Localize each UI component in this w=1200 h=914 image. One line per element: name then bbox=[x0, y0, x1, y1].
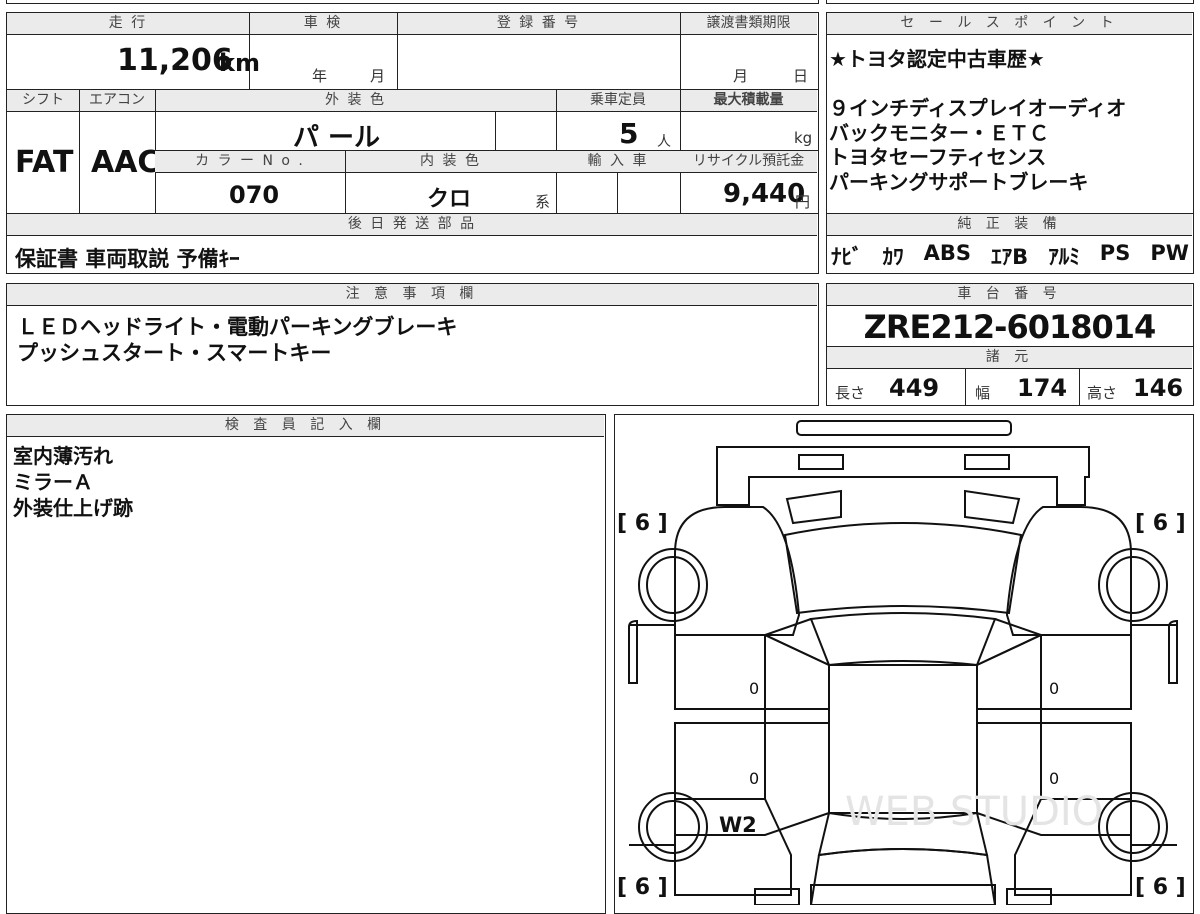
height-label: 高さ bbox=[1087, 384, 1118, 402]
recycle-unit: 円 bbox=[795, 193, 811, 211]
mileage-value: 11,206 bbox=[117, 43, 233, 78]
sales-point-line: パーキングサポートブレーキ bbox=[829, 169, 1089, 194]
door-mark-rear-left: 0 bbox=[749, 769, 760, 788]
chassis-box: 車 台 番 号 ZRE212-6018014 諸 元 長さ 449 幅 174 … bbox=[826, 283, 1194, 406]
registration-label: 登 録 番 号 bbox=[397, 13, 680, 35]
capacity-value: 5 bbox=[619, 117, 639, 150]
interior-color-value: クロ bbox=[427, 187, 472, 212]
shift-value: FAT bbox=[15, 145, 74, 180]
chassis-label: 車 台 番 号 bbox=[827, 284, 1192, 306]
height-value: 146 bbox=[1133, 374, 1184, 402]
inspector-line: ミラーＡ bbox=[13, 470, 93, 494]
wheel-rear-right bbox=[1098, 792, 1168, 862]
color-no-value: 070 bbox=[229, 181, 280, 209]
hood bbox=[783, 522, 1023, 615]
sales-points-lines: ★トヨタ認定中古車歴★ ９インチディスプレイオーディオ バックモニター・ＥＴＣ … bbox=[829, 47, 1191, 194]
vehicle-info-box: 走 行 車 検 登 録 番 号 譲渡書類期限 11,206 km 年 月 月 日… bbox=[6, 12, 819, 274]
equipment-item: ｶﾜ bbox=[882, 245, 904, 269]
inspector-label: 検 査 員 記 入 欄 bbox=[7, 415, 604, 437]
front-light-left bbox=[798, 454, 844, 470]
car-diagram-box: WEB STUDIO [ 6 ] [ 6 ] [ 6 ] [ 6 ] 0 0 0… bbox=[614, 414, 1194, 914]
equipment-item: PW bbox=[1150, 241, 1189, 265]
sales-point-line: トヨタセーフティセンス bbox=[829, 145, 1047, 169]
later-parts-label: 後 日 発 送 部 品 bbox=[7, 214, 817, 236]
aircon-value: AAC bbox=[91, 145, 160, 180]
specs-label: 諸 元 bbox=[827, 347, 1192, 369]
inspector-box: 検 査 員 記 入 欄 室内薄汚れ ミラーＡ 外装仕上げ跡 bbox=[6, 414, 606, 914]
inspector-line: 外装仕上げ跡 bbox=[13, 496, 133, 520]
front-light-right bbox=[964, 454, 1010, 470]
equipment-item: PS bbox=[1099, 241, 1131, 265]
import-label: 輸 入 車 bbox=[556, 151, 680, 173]
later-parts-value: 保証書 車両取説 予備ｷｰ bbox=[15, 247, 240, 271]
front-fender-left bbox=[674, 506, 801, 636]
genuine-equipment-list: ﾅﾋﾞ ｶﾜ ABS ｴｱB ｱﾙﾐ PS PW bbox=[831, 241, 1189, 271]
door-mark-rear-right: 0 bbox=[1049, 769, 1060, 788]
interior-color-label: 内 装 色 bbox=[345, 151, 556, 173]
wheel-front-right bbox=[1098, 548, 1168, 622]
recycle-label: リサイクル預託金 bbox=[680, 151, 817, 173]
headlight-left bbox=[785, 489, 842, 525]
tire-front-right-tread: [ 6 ] bbox=[1135, 511, 1186, 536]
tire-rear-right-tread: [ 6 ] bbox=[1135, 875, 1186, 900]
sales-point-line bbox=[829, 72, 1191, 97]
shift-label: シフト bbox=[7, 90, 79, 112]
inspection-month-unit: 月 bbox=[370, 67, 386, 85]
width-label: 幅 bbox=[975, 384, 991, 402]
notes-box: 注 意 事 項 欄 ＬＥＤヘッドライト・電動パーキングブレーキ プッシュスタート… bbox=[6, 283, 819, 406]
damage-mark-w2: W2 bbox=[719, 813, 757, 837]
sales-point-line: ★トヨタ認定中古車歴★ bbox=[829, 47, 1045, 71]
tire-front-left-tread: [ 6 ] bbox=[617, 511, 668, 536]
length-value: 449 bbox=[889, 374, 940, 402]
trunk bbox=[809, 848, 997, 905]
transfer-day-unit: 日 bbox=[793, 67, 809, 85]
max-load-label: 最大積載量 bbox=[680, 90, 817, 112]
length-label: 長さ bbox=[835, 384, 866, 402]
wheel-front-left bbox=[638, 548, 708, 622]
car-diagram: WEB STUDIO bbox=[628, 420, 1178, 905]
tire-rear-left-tread: [ 6 ] bbox=[617, 875, 668, 900]
windshield bbox=[809, 612, 997, 667]
front-bumper bbox=[796, 420, 1012, 436]
inspector-line: 室内薄汚れ bbox=[13, 444, 113, 468]
equipment-item: ｱﾙﾐ bbox=[1048, 245, 1080, 269]
sales-point-line: バックモニター・ＥＴＣ bbox=[829, 120, 1049, 145]
front-fender-right bbox=[1005, 506, 1132, 636]
max-load-unit: kg bbox=[794, 129, 813, 147]
transfer-month-unit: 月 bbox=[733, 67, 749, 85]
equipment-item: ｴｱB bbox=[991, 245, 1029, 269]
door-mark-front-left: 0 bbox=[749, 679, 760, 698]
inspection-label: 車 検 bbox=[249, 13, 397, 35]
mileage-unit: km bbox=[219, 49, 260, 77]
door-mark-front-right: 0 bbox=[1049, 679, 1060, 698]
notes-label: 注 意 事 項 欄 bbox=[7, 284, 817, 306]
color-no-label: カ ラ ー N o . bbox=[155, 151, 345, 173]
mileage-label: 走 行 bbox=[7, 13, 249, 35]
equipment-item: ﾅﾋﾞ bbox=[831, 245, 863, 269]
equipment-item: ABS bbox=[923, 241, 972, 265]
aircon-label: エアコン bbox=[79, 90, 155, 112]
capacity-unit: 人 bbox=[657, 134, 671, 150]
exterior-color-label: 外 装 色 bbox=[155, 90, 556, 112]
exterior-color-value: パ ール bbox=[293, 123, 381, 153]
inspection-year-unit: 年 bbox=[312, 67, 328, 85]
note-line: ＬＥＤヘッドライト・電動パーキングブレーキ bbox=[17, 315, 458, 339]
sales-points-box: セ ー ル ス ポ イ ン ト ★トヨタ認定中古車歴★ ９インチディスプレイオー… bbox=[826, 12, 1194, 274]
transfer-label: 譲渡書類期限 bbox=[680, 13, 817, 35]
chassis-number: ZRE212-6018014 bbox=[863, 308, 1157, 346]
note-line: プッシュスタート・スマートキー bbox=[17, 341, 332, 365]
sales-point-line: ９インチディスプレイオーディオ bbox=[829, 96, 1127, 120]
left-side-body bbox=[629, 624, 830, 846]
interior-color-unit: 系 bbox=[535, 193, 551, 211]
watermark-text: WEB STUDIO bbox=[845, 789, 1103, 835]
wheel-rear-left bbox=[638, 792, 708, 862]
top-strip bbox=[0, 0, 1200, 4]
genuine-equipment-label: 純 正 装 備 bbox=[827, 214, 1192, 236]
front-frame bbox=[716, 446, 1090, 506]
width-value: 174 bbox=[1017, 374, 1068, 402]
capacity-label: 乗車定員 bbox=[556, 90, 680, 112]
sales-points-label: セ ー ル ス ポ イ ン ト bbox=[827, 13, 1192, 35]
recycle-value: 9,440 bbox=[723, 179, 806, 209]
headlight-right bbox=[964, 489, 1021, 525]
